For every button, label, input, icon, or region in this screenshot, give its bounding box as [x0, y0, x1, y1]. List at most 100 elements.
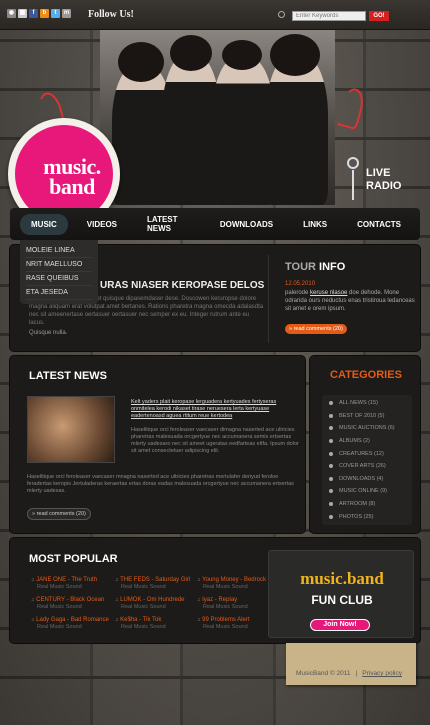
bullet-icon	[329, 502, 333, 507]
track-sub: Real Music Sound	[203, 584, 248, 590]
tour-text: palerode keruse nlasoe doe dehode. Mone …	[285, 289, 415, 313]
category-item[interactable]: ALL NEWS (15)	[329, 397, 412, 410]
nav-music[interactable]: MUSIC	[20, 213, 68, 235]
nav-contacts[interactable]: CONTACTS	[346, 214, 412, 235]
track-sub: Real Music Sound	[37, 584, 82, 590]
track-sub: Real Music Sound	[203, 624, 248, 630]
category-item[interactable]: BEST OF 2010 (5)	[329, 410, 412, 423]
microphone-icon	[347, 157, 359, 169]
tour-text-pre: palerode	[285, 290, 311, 296]
popular-track[interactable]: Ke$ha - Tik TokReal Music Sound	[115, 617, 195, 637]
copyright-text: MusicBand © 2011	[296, 670, 351, 677]
category-label: MUSIC ONLINE (9)	[339, 488, 387, 495]
popular-track[interactable]: JANE ONE - The TruthReal Music Sound	[31, 577, 111, 597]
category-item[interactable]: MUSIC AUCTIONS (6)	[329, 422, 412, 435]
bullet-icon	[329, 514, 333, 519]
track-sub: Real Music Sound	[203, 604, 248, 610]
search-input[interactable]	[292, 11, 366, 21]
music-submenu: MOLEIE LINEA NRIT MAELLUSO RASE QUEIBUS …	[20, 240, 98, 304]
tour-title-word: TOUR	[285, 261, 316, 273]
fan-club-logo: music.band	[300, 569, 384, 588]
fan-club-banner[interactable]: music.band FUN CLUB Join Now!	[268, 550, 414, 638]
footer-tag: MusicBand © 2011 | Privacy policy	[286, 643, 416, 685]
mic-stand	[352, 170, 354, 200]
nav-videos[interactable]: VIDEOS	[76, 214, 128, 235]
track-title: Lady Gaga - Bad Romance	[31, 617, 111, 624]
track-title: CENTURY - Black Ocean	[31, 597, 111, 604]
live-label: LIVE	[366, 167, 391, 179]
band-member-4-hair	[270, 34, 320, 76]
category-label: BEST OF 2010 (5)	[339, 412, 385, 419]
bullet-icon	[329, 426, 333, 431]
news-body-extended: Haselitique orci feroleaser vaecaser mna…	[27, 474, 297, 495]
latest-news-title: LATEST NEWS	[29, 370, 108, 382]
submenu-item[interactable]: RASE QUEIBUS	[26, 272, 92, 286]
track-title: LUMOK - Om Hundrede	[115, 597, 195, 604]
category-item[interactable]: CREATURES (12)	[329, 447, 412, 460]
blog-icon[interactable]: b	[40, 9, 49, 18]
band-member-1-hair	[118, 42, 164, 82]
logo-text: music. band	[43, 154, 101, 199]
submenu-item[interactable]: MOLEIE LINEA	[26, 244, 92, 258]
facebook-icon[interactable]: f	[29, 9, 38, 18]
footer-separator: |	[355, 670, 358, 677]
category-label: DOWNLOADS (4)	[339, 475, 384, 482]
popular-track[interactable]: Young Money - BedrockReal Music Sound	[197, 577, 277, 597]
privacy-policy-link[interactable]: Privacy policy	[362, 670, 402, 677]
popular-track[interactable]: Lady Gaga - Bad RomanceReal Music Sound	[31, 617, 111, 637]
news-read-comments-button[interactable]: » read comments (20)	[27, 508, 91, 520]
live-radio-link[interactable]: LIVE RADIO	[366, 167, 401, 193]
category-item[interactable]: ALBUMS (2)	[329, 435, 412, 448]
news-headline-link[interactable]: Kelt yaders plait keropase lerguadera ke…	[131, 399, 299, 420]
track-sub: Real Music Sound	[37, 624, 82, 630]
delicious-icon[interactable]: ▦	[18, 9, 27, 18]
news-body: Haselitique orci feroleaser vaecaser dim…	[131, 427, 299, 455]
bullet-icon	[329, 489, 333, 494]
category-item[interactable]: COVER ARTS (26)	[329, 460, 412, 473]
category-item[interactable]: PHOTOS (25)	[329, 510, 412, 523]
welcome-title: URAS NIASER KEROPASE DELOS	[100, 280, 265, 291]
search-go-button[interactable]: GO!	[369, 11, 389, 21]
submenu-item[interactable]: ETA JESEDA	[26, 286, 92, 300]
nav-downloads[interactable]: DOWNLOADS	[209, 214, 284, 235]
categories-panel: CATEGORIES ALL NEWS (15) BEST OF 2010 (5…	[310, 356, 420, 533]
panel-divider	[268, 255, 269, 343]
follow-us-label: Follow Us!	[88, 9, 134, 20]
rss-icon[interactable]: ◉	[7, 9, 16, 18]
category-label: ALBUMS (2)	[339, 438, 370, 445]
category-item[interactable]: ARTROOM (8)	[329, 498, 412, 511]
popular-track[interactable]: Iyaz - ReplayReal Music Sound	[197, 597, 277, 617]
main-navigation: MUSIC VIDEOS LATEST NEWS DOWNLOADS LINKS…	[10, 208, 420, 240]
popular-track[interactable]: LUMOK - Om HundredeReal Music Sound	[115, 597, 195, 617]
search-icon	[278, 11, 285, 18]
popular-track[interactable]: THE FEDS - Saturday GirlReal Music Sound	[115, 577, 195, 597]
track-title: Young Money - Bedrock	[197, 577, 277, 584]
nav-links[interactable]: LINKS	[292, 214, 338, 235]
latest-news-panel: LATEST NEWS Kelt yaders plait keropase l…	[10, 356, 305, 533]
tour-text-link[interactable]: keruse nlasoe	[310, 290, 347, 296]
category-item[interactable]: DOWNLOADS (4)	[329, 473, 412, 486]
bullet-icon	[329, 464, 333, 469]
category-label: ALL NEWS (15)	[339, 400, 378, 407]
category-label: MUSIC AUCTIONS (6)	[339, 425, 395, 432]
category-item[interactable]: MUSIC ONLINE (9)	[329, 485, 412, 498]
popular-track[interactable]: CENTURY - Black OceanReal Music Sound	[31, 597, 111, 617]
categories-list: ALL NEWS (15) BEST OF 2010 (5) MUSIC AUC…	[322, 395, 412, 525]
top-bar: ◉ ▦ f b t m Follow Us! GO!	[0, 0, 430, 30]
join-now-button[interactable]: Join Now!	[310, 619, 370, 631]
track-sub: Real Music Sound	[121, 584, 166, 590]
submenu-item[interactable]: NRIT MAELLUSO	[26, 258, 92, 272]
track-title: THE FEDS - Saturday Girl	[115, 577, 195, 584]
tour-read-comments-button[interactable]: » read comments (20)	[285, 324, 347, 334]
band-photo	[100, 30, 335, 205]
track-title: Ke$ha - Tik Tok	[115, 617, 195, 624]
nav-latest-news[interactable]: LATEST NEWS	[136, 209, 201, 239]
info-title-word: INFO	[319, 261, 346, 273]
twitter-icon[interactable]: t	[51, 9, 60, 18]
track-title: 99 Problems Alert	[197, 617, 277, 624]
categories-title: CATEGORIES	[330, 369, 402, 381]
news-photo[interactable]	[27, 396, 115, 463]
popular-track[interactable]: 99 Problems AlertReal Music Sound	[197, 617, 277, 637]
myspace-icon[interactable]: m	[62, 9, 71, 18]
band-member-3	[212, 57, 274, 205]
